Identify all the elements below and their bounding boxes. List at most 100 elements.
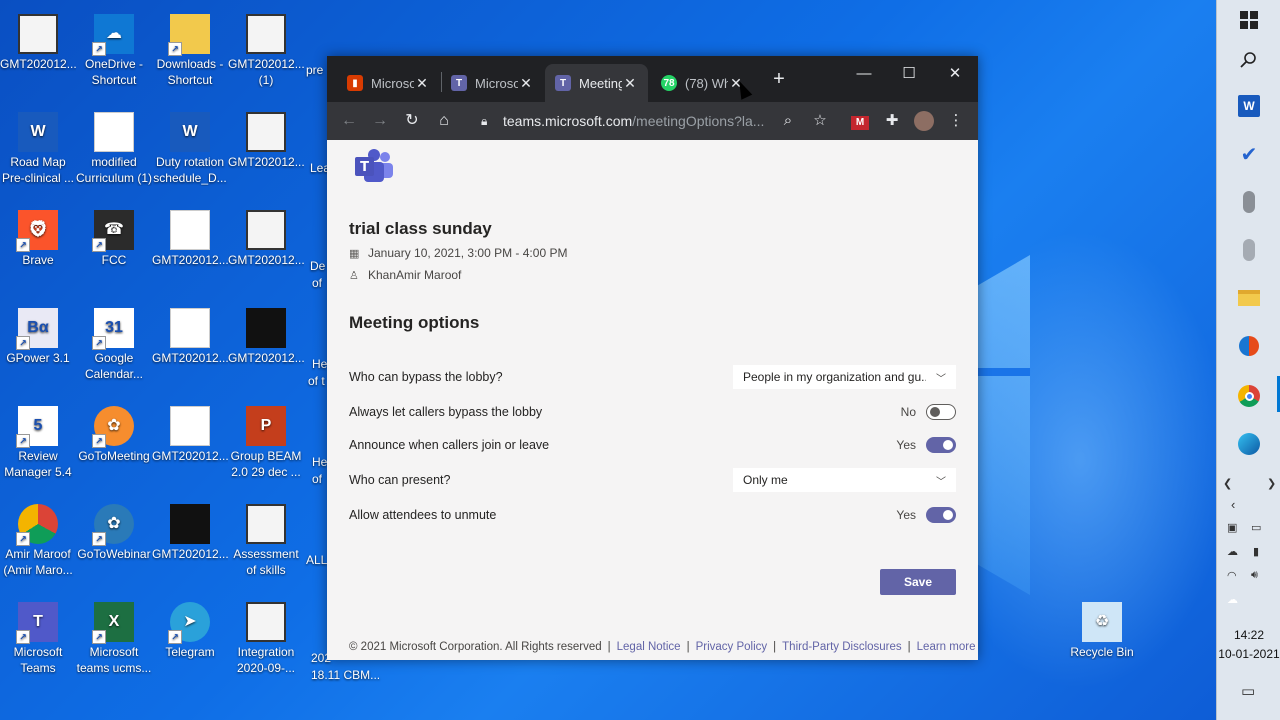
desktop-icon[interactable]: ✿GoToWebinar — [76, 504, 152, 562]
calendar-icon: ▦ — [349, 247, 360, 260]
scroll-right-icon[interactable]: ❯ — [1267, 477, 1276, 490]
tab-microsoft-office[interactable]: ▮ Microsoft ✕ — [337, 64, 440, 102]
extensions-puzzle-icon[interactable]: ✚ — [880, 109, 904, 133]
desktop-icon[interactable]: GMT202012... — [228, 210, 304, 268]
scroll-left-icon[interactable]: ❮ — [1223, 477, 1232, 490]
presenter-value: Only me — [743, 473, 788, 487]
toggle-knob — [930, 407, 940, 417]
clock-date[interactable]: 10-01-2021 — [1217, 647, 1280, 661]
desktop-icon-label: GMT202012... — [152, 547, 228, 561]
tab-microsoft-teams[interactable]: T Microsoft ✕ — [441, 64, 544, 102]
cloud-tray-icon[interactable]: ☁ — [1227, 593, 1238, 606]
save-button[interactable]: Save — [880, 569, 956, 595]
clock-time[interactable]: 14:22 — [1217, 628, 1280, 642]
desktop-icon-label-line2: Pre-clinical ... — [1, 171, 75, 185]
desktop-icon[interactable]: ✿GoToMeeting — [76, 406, 152, 464]
legal-notice-link[interactable]: Legal Notice — [617, 641, 681, 653]
close-icon[interactable]: ✕ — [414, 75, 430, 92]
desktop-icon[interactable]: Assessment of skills — [228, 504, 304, 578]
forward-arrow-icon[interactable]: → — [368, 109, 392, 133]
desktop-icon[interactable]: Downloads - Shortcut — [152, 14, 228, 88]
chevron-left-icon[interactable]: ‹ — [1231, 497, 1235, 512]
bypass-lobby-dropdown[interactable]: People in my organization and gu... ﹀ — [733, 365, 956, 389]
desktop-icon-label-line2: Manager 5.4 — [4, 465, 72, 479]
maximize-button[interactable]: ☐ — [886, 60, 932, 88]
desktop-icon[interactable]: ☎FCC — [76, 210, 152, 268]
meeting-organizer-text: KhanAmir Maroof — [368, 268, 462, 282]
desktop-icon[interactable]: W Road Map Pre-clinical ... — [0, 112, 76, 186]
desktop-icon[interactable]: 🦁︎Brave — [0, 210, 76, 268]
desktop-icon[interactable]: GMT202012... (1) — [228, 14, 304, 88]
learn-more-link[interactable]: Learn more — [917, 641, 976, 653]
desktop-icon-label: Microsoft — [89, 645, 139, 659]
search-icon[interactable] — [1237, 48, 1261, 72]
microphone-icon[interactable] — [1237, 190, 1261, 214]
desktop-icon-label: Duty rotation — [155, 155, 225, 169]
app-taskbar-icon[interactable] — [1237, 334, 1261, 358]
menu-kebab-icon[interactable]: ⋮ — [944, 109, 968, 133]
desktop-icon[interactable]: GMT202012... — [228, 112, 304, 170]
windows-start-icon[interactable] — [1237, 8, 1261, 32]
privacy-policy-link[interactable]: Privacy Policy — [696, 641, 768, 653]
desktop-icon[interactable]: GMT202012... — [152, 210, 228, 268]
desktop-icon[interactable]: 31Google Calendar... — [76, 308, 152, 382]
close-window-button[interactable]: ✕ — [932, 60, 978, 88]
desktop-icon[interactable]: 5Review Manager 5.4 — [0, 406, 76, 480]
desktop-icon[interactable]: modified Curriculum (1) — [76, 112, 152, 186]
desktop-icon[interactable]: GMT202012... — [0, 14, 76, 72]
desktop-icon[interactable]: TMicrosoft Teams — [0, 602, 76, 676]
file-explorer-icon[interactable] — [1237, 286, 1261, 310]
desktop-icon[interactable]: XMicrosoft teams ucms... — [76, 602, 152, 676]
desktop-icon[interactable]: ➤Telegram — [152, 602, 228, 660]
word-taskbar-icon[interactable]: W — [1237, 94, 1261, 118]
onedrive-tray-icon[interactable]: ☁ — [1227, 545, 1238, 558]
unmute-toggle[interactable] — [926, 507, 956, 523]
desktop-icon[interactable]: GMT202012... — [152, 504, 228, 562]
new-tab-button[interactable]: + — [767, 68, 791, 91]
desktop-icon[interactable]: P Group BEAM 2.0 29 dec ... — [228, 406, 304, 480]
desktop-icon[interactable]: GMT202012... — [228, 308, 304, 366]
cloud-icon: ☁ — [92, 14, 134, 56]
bookmark-star-icon[interactable]: ☆ — [808, 109, 832, 133]
presenter-dropdown[interactable]: Only me ﹀ — [733, 468, 956, 492]
reload-icon[interactable]: ↻ — [400, 109, 424, 133]
desktop-icon[interactable]: W Duty rotation schedule_D... — [152, 112, 228, 186]
callers-bypass-toggle[interactable] — [926, 404, 956, 420]
desktop-icon[interactable]: GMT202012... — [152, 308, 228, 366]
close-icon[interactable]: ✕ — [622, 75, 638, 92]
profile-avatar[interactable] — [912, 109, 936, 133]
battery-icon[interactable]: ▮ — [1253, 545, 1259, 558]
back-arrow-icon[interactable]: ← — [337, 109, 361, 133]
chrome-taskbar-icon[interactable] — [1237, 384, 1261, 408]
desktop-icon[interactable]: Integration 2020-09-... — [228, 602, 304, 676]
shot-icon — [246, 14, 286, 54]
minimize-button[interactable]: — — [841, 60, 887, 88]
address-bar[interactable]: 🔒︎ teams.microsoft.com/meetingOptions?la… — [471, 106, 801, 136]
edge-taskbar-icon[interactable] — [1237, 432, 1261, 456]
desktop-icon[interactable]: ☁OneDrive - Shortcut — [76, 14, 152, 88]
desktop-icon-label: Integration — [237, 645, 295, 659]
browser-toolbar: ← → ↻ ⌂ 🔒︎ teams.microsoft.com/meetingOp… — [327, 102, 978, 140]
home-icon[interactable]: ⌂ — [432, 109, 456, 133]
zoom-icon[interactable]: ⌕ — [776, 109, 800, 133]
close-icon[interactable]: ✕ — [518, 75, 534, 92]
todo-check-icon[interactable]: ✔ — [1237, 142, 1261, 166]
meeting-datetime-text: January 10, 2021, 3:00 PM - 4:00 PM — [368, 246, 568, 260]
display-tray-icon[interactable]: ▭ — [1251, 521, 1261, 534]
teams-tray-icon[interactable]: ▣ — [1227, 521, 1237, 534]
desktop-icon[interactable]: GMT202012... — [152, 406, 228, 464]
extension-mendeley-icon[interactable]: M — [848, 109, 872, 133]
microphone-icon-2[interactable] — [1237, 238, 1261, 262]
desktop-icon[interactable]: Amir Maroof (Amir Maro... — [0, 504, 76, 578]
desktop-icon[interactable]: ♻ Recycle Bin — [1064, 602, 1140, 660]
tab-meeting-options[interactable]: T Meeting ✕ — [545, 64, 648, 102]
shot-icon — [18, 14, 58, 54]
desktop-icon-label: Downloads - — [156, 57, 224, 71]
volume-icon[interactable]: 🔊︎ — [1251, 569, 1258, 582]
wifi-icon[interactable]: ◠ — [1227, 569, 1237, 582]
third-party-link[interactable]: Third-Party Disclosures — [782, 641, 902, 653]
announce-toggle[interactable] — [926, 437, 956, 453]
desktop-icon[interactable]: BαGPower 3.1 — [0, 308, 76, 366]
notification-icon[interactable]: ▭ — [1241, 682, 1255, 700]
url-text: teams.microsoft.com/meetingOptions?la... — [503, 113, 764, 129]
